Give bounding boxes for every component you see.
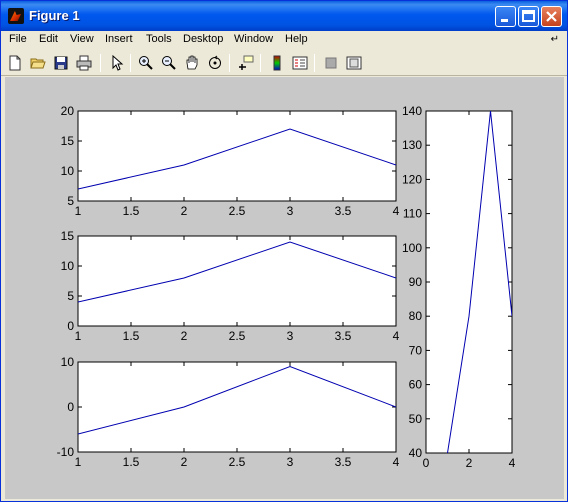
- pan-hand-icon[interactable]: [182, 53, 202, 73]
- rotate-3d-icon[interactable]: [205, 53, 225, 73]
- x-tick-label: 2: [181, 204, 188, 218]
- menu-view[interactable]: View: [70, 33, 94, 45]
- title-bar[interactable]: Figure 1: [1, 1, 567, 31]
- x-tick-label: 3.5: [335, 204, 352, 218]
- maximize-button[interactable]: [518, 6, 539, 27]
- y-tick-label: 120: [402, 172, 422, 186]
- subplot-4[interactable]: 0 2 4 40 50 60 70 80 90 100 110 120 130 140: [402, 104, 516, 470]
- axes-box: [77, 361, 397, 453]
- subplot-1[interactable]: 1 1.5 2 2.5 3 3.5 4 5 10 15 20: [61, 104, 400, 218]
- menu-file[interactable]: File: [9, 33, 27, 45]
- hide-plot-tools-icon[interactable]: [321, 53, 341, 73]
- y-tick-label: -10: [57, 445, 75, 459]
- x-tick-label: 2.5: [229, 204, 246, 218]
- x-tick-label: 3: [287, 329, 294, 343]
- dock-arrow-icon[interactable]: ↵: [551, 34, 559, 45]
- zoom-in-icon[interactable]: [136, 53, 156, 73]
- subplot-2[interactable]: 1 1.5 2 2.5 3 3.5 4 0 5 10 15: [61, 229, 400, 343]
- minimize-button[interactable]: [495, 6, 516, 27]
- menu-tools[interactable]: Tools: [146, 33, 172, 45]
- figure-window: Figure 1 File Edit View Insert Tools Des…: [0, 0, 568, 502]
- y-tick-label: 0: [67, 400, 74, 414]
- y-tick-label: 0: [67, 319, 74, 333]
- y-tick-label: 140: [402, 104, 422, 118]
- x-tick-label: 3.5: [335, 329, 352, 343]
- minimize-icon: [501, 19, 508, 22]
- axes-box: [77, 235, 397, 327]
- axes-box: [77, 110, 397, 202]
- matlab-logo-icon: [8, 8, 24, 24]
- y-tick-label: 15: [61, 134, 75, 148]
- x-tick-label: 1: [75, 204, 82, 218]
- maximize-icon: [522, 10, 535, 22]
- x-tick-label: 4: [393, 455, 400, 469]
- x-tick-label: 2: [181, 455, 188, 469]
- toolbar-separator: [130, 54, 131, 72]
- x-tick-label: 3.5: [335, 455, 352, 469]
- x-tick-label: 4: [393, 204, 400, 218]
- y-tick-label: 20: [61, 104, 75, 118]
- open-folder-icon[interactable]: [28, 53, 48, 73]
- legend-icon[interactable]: [290, 53, 310, 73]
- close-button[interactable]: [541, 6, 562, 27]
- y-tick-label: 10: [61, 259, 75, 273]
- menu-window[interactable]: Window: [234, 33, 273, 45]
- axes-box: [425, 110, 513, 454]
- y-tick-label: 5: [67, 194, 74, 208]
- new-file-icon[interactable]: [5, 53, 25, 73]
- plot-area[interactable]: 1 1.5 2 2.5 3 3.5 451015201 1.5 2 2.5 3 3.5 40510151…: [5, 77, 564, 499]
- y-tick-label: 100: [402, 241, 422, 255]
- y-tick-label: 10: [61, 355, 75, 369]
- print-icon[interactable]: [74, 53, 94, 73]
- subplot-3[interactable]: 1 1.5 2 2.5 3 3.5 4 -10 0 10: [57, 355, 400, 469]
- menu-bar: File Edit View Insert Tools Desktop Wind…: [1, 31, 567, 50]
- menu-help[interactable]: Help: [285, 33, 308, 45]
- x-tick-label: 0: [423, 456, 430, 470]
- toolbar-separator: [229, 54, 230, 72]
- x-tick-label: 1.5: [123, 329, 140, 343]
- window-title: Figure 1: [29, 8, 80, 23]
- x-tick-label: 2.5: [229, 455, 246, 469]
- menu-edit[interactable]: Edit: [39, 33, 58, 45]
- zoom-out-icon[interactable]: [159, 53, 179, 73]
- x-tick-label: 3: [287, 204, 294, 218]
- data-cursor-icon[interactable]: [236, 53, 256, 73]
- figure-canvas[interactable]: 1 1.5 2 2.5 3 3.5 4 5 10 15 20 1 1.5 2 2.5 3 3.5 4 0 5 10 15 1…: [5, 77, 564, 499]
- menu-insert[interactable]: Insert: [105, 33, 133, 45]
- x-tick-label: 3: [287, 455, 294, 469]
- x-tick-label: 1.5: [123, 455, 140, 469]
- x-tick-label: 1: [75, 329, 82, 343]
- y-tick-label: 60: [409, 378, 423, 392]
- close-icon: [546, 11, 557, 22]
- y-tick-label: 110: [403, 207, 422, 221]
- x-tick-label: 4: [393, 329, 400, 343]
- y-tick-label: 5: [67, 289, 74, 303]
- x-tick-label: 1: [75, 455, 82, 469]
- colorbar-icon[interactable]: [267, 53, 287, 73]
- y-tick-label: 70: [409, 343, 423, 357]
- x-tick-label: 2.5: [229, 329, 246, 343]
- x-tick-label: 2: [181, 329, 188, 343]
- y-tick-label: 90: [409, 275, 423, 289]
- y-tick-label: 130: [402, 138, 422, 152]
- x-tick-label: 2: [466, 456, 473, 470]
- x-tick-label: 4: [509, 456, 516, 470]
- y-tick-label: 10: [61, 164, 75, 178]
- toolbar-separator: [100, 54, 101, 72]
- menu-desktop[interactable]: Desktop: [183, 33, 223, 45]
- y-tick-label: 15: [61, 229, 75, 243]
- save-icon[interactable]: [51, 53, 71, 73]
- toolbar-separator: [260, 54, 261, 72]
- y-tick-label: 40: [409, 446, 423, 460]
- figure-toolbar: [1, 50, 567, 76]
- y-tick-label: 80: [409, 309, 423, 323]
- pointer-icon[interactable]: [107, 53, 127, 73]
- show-plot-tools-icon[interactable]: [344, 53, 364, 73]
- toolbar-separator: [314, 54, 315, 72]
- y-tick-label: 50: [409, 412, 423, 426]
- x-tick-label: 1.5: [123, 204, 140, 218]
